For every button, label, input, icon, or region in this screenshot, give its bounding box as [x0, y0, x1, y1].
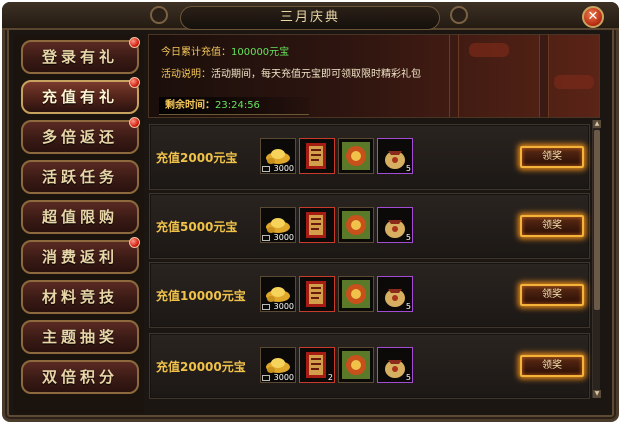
total-recharge-value: 100000元宝	[231, 47, 290, 58]
menu-item-material-contest[interactable]: 材料竞技	[21, 280, 139, 314]
menu-item-label: 超值限购	[41, 208, 118, 226]
bind-lock-icon	[262, 375, 270, 381]
background-lantern	[554, 75, 594, 89]
gold-ingot-icon[interactable]: 3000	[260, 207, 296, 243]
gem-box-icon[interactable]	[338, 276, 374, 312]
item-quantity: 2	[327, 373, 333, 382]
title-ornament-left-icon	[150, 6, 168, 24]
reward-tier-title: 充值10000元宝	[156, 289, 246, 303]
reward-list: 充值2000元宝 3000 5 领奖 充值5000元宝 3000 5 领奖 充值…	[145, 120, 592, 410]
event-description-label: 活动说明：	[161, 69, 211, 80]
gold-ingot-icon[interactable]: 3000	[260, 347, 296, 383]
menu-item-double-points[interactable]: 双倍积分	[21, 360, 139, 394]
gem-box-icon[interactable]	[338, 347, 374, 383]
menu-item-label: 活跃任务	[41, 168, 118, 186]
red-scroll-icon[interactable]	[299, 276, 335, 312]
bind-lock-icon	[262, 304, 270, 310]
item-quantity: 5	[405, 373, 411, 382]
gift-pouch-icon[interactable]: 5	[377, 347, 413, 383]
menu-item-limited-purchase[interactable]: 超值限购	[21, 200, 139, 234]
notification-dot-icon	[129, 237, 140, 248]
gift-pouch-icon[interactable]: 5	[377, 207, 413, 243]
scroll-down-arrow-icon[interactable]: ▼	[593, 390, 601, 398]
red-scroll-icon[interactable]	[299, 138, 335, 174]
item-quantity: 3000	[273, 302, 294, 311]
red-scroll-icon[interactable]: 2	[299, 347, 335, 383]
menu-item-multiple-return[interactable]: 多倍返还	[21, 117, 140, 154]
scrollbar-thumb[interactable]	[594, 130, 600, 310]
menu-item-label: 主题抽奖	[41, 328, 118, 346]
gold-ingot-icon[interactable]: 3000	[260, 276, 296, 312]
total-recharge-label: 今日累计充值：	[161, 47, 231, 58]
item-quantity: 5	[405, 164, 411, 173]
notification-dot-icon	[129, 37, 140, 48]
red-scroll-icon[interactable]	[299, 207, 335, 243]
reward-row: 充值10000元宝 3000 5 领奖	[149, 262, 590, 328]
gift-pouch-icon[interactable]: 5	[377, 276, 413, 312]
close-button[interactable]: ✕	[582, 6, 604, 28]
reward-list-scrollbar[interactable]: ▲ ▼	[592, 120, 601, 398]
menu-item-label: 双倍积分	[41, 368, 118, 386]
notification-dot-icon	[129, 117, 140, 128]
reward-row: 充值20000元宝 3000 2 5 领奖	[149, 333, 590, 399]
background-pillar	[539, 35, 549, 117]
event-description-text: 活动期间，每天充值元宝即可领取限时精彩礼包	[211, 69, 421, 80]
window-title: 三月庆典	[180, 6, 440, 30]
notification-dot-icon	[129, 77, 140, 88]
claim-reward-button[interactable]: 领奖	[520, 284, 584, 306]
menu-item-label: 消费返利	[41, 248, 118, 266]
menu-item-label: 多倍返还	[41, 128, 118, 146]
background-lantern	[469, 43, 509, 57]
scroll-up-arrow-icon[interactable]: ▲	[593, 120, 601, 128]
reward-row: 充值2000元宝 3000 5 领奖	[149, 124, 590, 190]
menu-item-login-gift[interactable]: 登录有礼	[21, 37, 140, 74]
event-info-panel: 今日累计充值：100000元宝 活动说明：活动期间，每天充值元宝即可领取限时精彩…	[148, 34, 600, 118]
remaining-time-label: 剩余时间：	[165, 100, 215, 111]
menu-item-spend-rebate[interactable]: 消费返利	[21, 237, 140, 274]
reward-row: 充值5000元宝 3000 5 领奖	[149, 193, 590, 259]
item-quantity: 3000	[273, 233, 294, 242]
item-quantity: 5	[405, 233, 411, 242]
remaining-time-value: 23:24:56	[215, 100, 260, 111]
item-quantity: 5	[405, 302, 411, 311]
event-description-line: 活动说明：活动期间，每天充值元宝即可领取限时精彩礼包	[161, 65, 421, 80]
item-quantity: 3000	[273, 164, 294, 173]
item-quantity: 3000	[273, 373, 294, 382]
gold-ingot-icon[interactable]: 3000	[260, 138, 296, 174]
menu-item-active-tasks[interactable]: 活跃任务	[21, 160, 139, 194]
reward-tier-title: 充值20000元宝	[156, 360, 246, 374]
bind-lock-icon	[262, 166, 270, 172]
menu-item-label: 登录有礼	[41, 48, 118, 66]
gem-box-icon[interactable]	[338, 138, 374, 174]
menu-item-label: 充值有礼	[41, 88, 118, 106]
background-pillar	[449, 35, 459, 117]
menu-item-label: 材料竞技	[41, 288, 118, 306]
reward-tier-title: 充值2000元宝	[156, 151, 238, 165]
bind-lock-icon	[262, 235, 270, 241]
title-ornament-right-icon	[450, 6, 468, 24]
event-menu: 登录有礼 充值有礼 多倍返还 活跃任务 超值限购 消费返利 材料竞技 主题抽奖 …	[14, 34, 144, 414]
menu-item-recharge-gift[interactable]: 充值有礼	[21, 77, 140, 114]
remaining-time: 剩余时间：23:24:56	[159, 97, 309, 115]
gem-box-icon[interactable]	[338, 207, 374, 243]
menu-item-theme-lottery[interactable]: 主题抽奖	[21, 320, 139, 354]
claim-reward-button[interactable]: 领奖	[520, 355, 584, 377]
claim-reward-button[interactable]: 领奖	[520, 146, 584, 168]
claim-reward-button[interactable]: 领奖	[520, 215, 584, 237]
gift-pouch-icon[interactable]: 5	[377, 138, 413, 174]
total-recharge-line: 今日累计充值：100000元宝	[161, 43, 289, 58]
reward-tier-title: 充值5000元宝	[156, 220, 238, 234]
